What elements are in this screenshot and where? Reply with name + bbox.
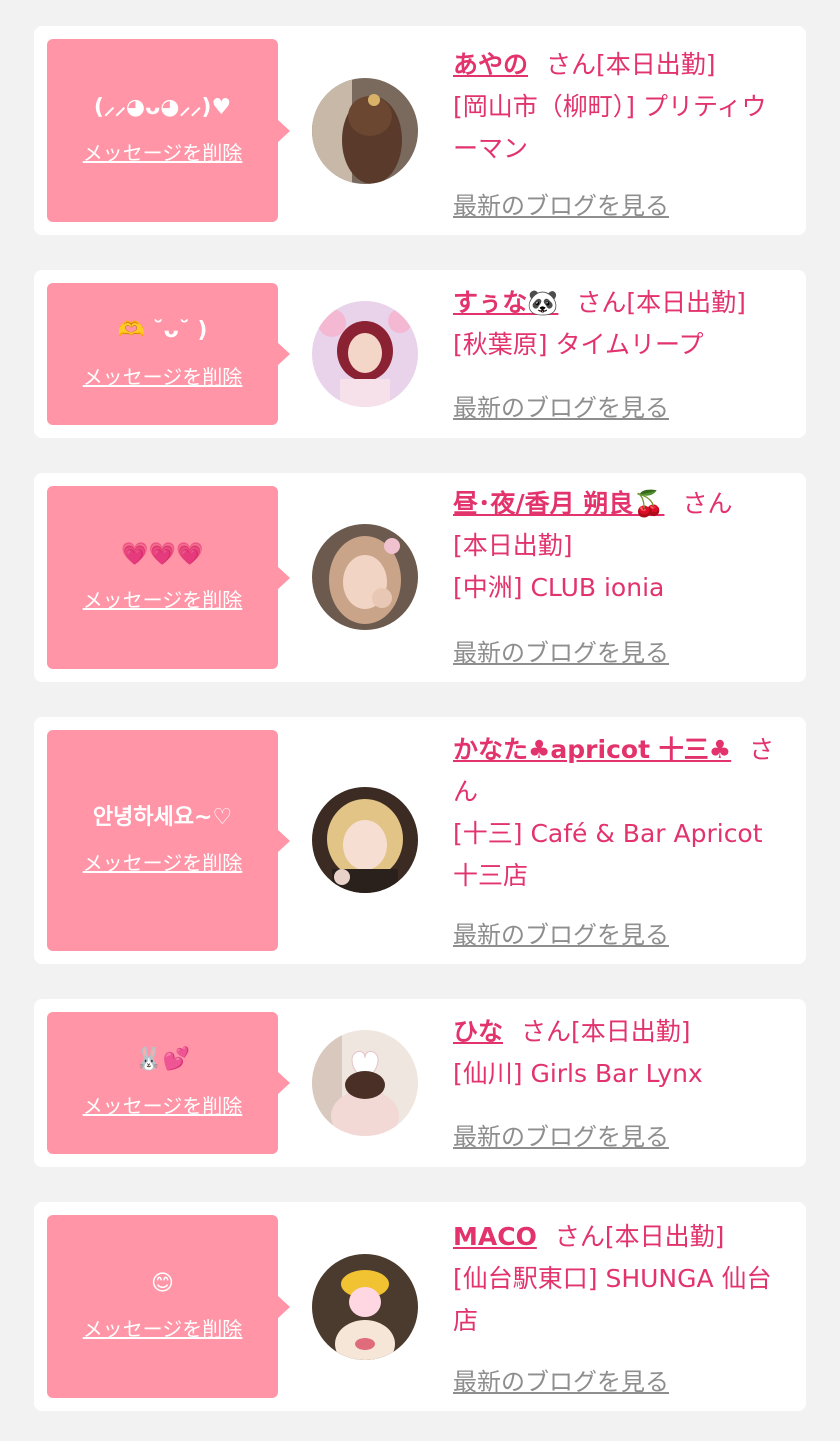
message-text: 안녕하세요~♡ bbox=[92, 804, 233, 830]
girl-info: MACO さん[本日出勤] [仙台駅東口] SHUNGA 仙台店 bbox=[453, 1216, 788, 1342]
list-item: 🫶 ˘ᴗ˘ ) メッセージを削除 すぅな🐼 さん[本日出勤] [秋葉原] タイムリ… bbox=[34, 270, 806, 438]
message-text: 🫶 ˘ᴗ˘ ) bbox=[117, 318, 208, 344]
avatar[interactable] bbox=[312, 1030, 418, 1136]
girl-name-link[interactable]: あやの bbox=[453, 50, 528, 79]
delete-message-link[interactable]: メッセージを削除 bbox=[83, 361, 243, 390]
list-item: 🐰💕 メッセージを削除 ひな さん[本日出勤] [仙川] Girls Bar Ly… bbox=[34, 999, 806, 1167]
honorific: さん bbox=[521, 1017, 572, 1046]
girl-info: ひな さん[本日出勤] [仙川] Girls Bar Lynx bbox=[453, 1011, 788, 1095]
attendance-status: [本日出勤] bbox=[453, 531, 573, 560]
delete-message-link[interactable]: メッセージを削除 bbox=[83, 1090, 243, 1119]
honorific: さん bbox=[682, 489, 733, 518]
attendance-status: [本日出勤] bbox=[571, 1017, 691, 1046]
list-item: 안녕하세요~♡ メッセージを削除 かなた♣apricot 十三♣ さん [十三] … bbox=[34, 717, 806, 964]
girl-info: すぅな🐼 さん[本日出勤] [秋葉原] タイムリープ bbox=[453, 282, 788, 366]
shop-name: [十三] Café & Bar Apricot 十三店 bbox=[453, 819, 763, 890]
avatar[interactable] bbox=[312, 524, 418, 630]
girl-name-link[interactable]: すぅな🐼 bbox=[453, 288, 558, 317]
shop-name: [仙川] Girls Bar Lynx bbox=[453, 1059, 703, 1088]
shop-name: [仙台駅東口] SHUNGA 仙台店 bbox=[453, 1264, 772, 1335]
honorific: さん bbox=[576, 288, 627, 317]
avatar[interactable] bbox=[312, 1254, 418, 1360]
attendance-status: [本日出勤] bbox=[604, 1222, 725, 1251]
message-bubble: 안녕하세요~♡ メッセージを削除 bbox=[47, 730, 290, 951]
honorific: さん bbox=[554, 1222, 605, 1251]
delete-message-link[interactable]: メッセージを削除 bbox=[83, 847, 243, 876]
message-bubble: 💗💗💗 メッセージを削除 bbox=[47, 486, 290, 669]
latest-blog-link[interactable]: 最新のブログを見る bbox=[453, 388, 669, 423]
girl-info: あやの さん[本日出勤] [岡山市（柳町）] プリティウーマン bbox=[453, 44, 788, 170]
attendance-status: [本日出勤] bbox=[596, 50, 716, 79]
shop-name: [中洲] CLUB ionia bbox=[453, 573, 665, 602]
avatar[interactable] bbox=[312, 301, 418, 407]
message-text: (⸝⸝◕ᴗ◕⸝⸝)♥ bbox=[93, 94, 232, 120]
message-bubble: 🐰💕 メッセージを削除 bbox=[47, 1012, 290, 1154]
avatar[interactable] bbox=[312, 787, 418, 893]
message-bubble: (⸝⸝◕ᴗ◕⸝⸝)♥ メッセージを削除 bbox=[47, 39, 290, 222]
avatar[interactable] bbox=[312, 78, 418, 184]
girl-name-link[interactable]: MACO bbox=[453, 1222, 537, 1251]
latest-blog-link[interactable]: 最新のブログを見る bbox=[453, 1362, 669, 1397]
girl-name-link[interactable]: 昼･夜/香月 朔良🍒 bbox=[453, 489, 664, 518]
message-text: 🐰💕 bbox=[135, 1047, 190, 1073]
attendance-status: [本日出勤] bbox=[626, 288, 746, 317]
girl-info: かなた♣apricot 十三♣ さん [十三] Café & Bar Aprico… bbox=[453, 729, 788, 897]
shop-name: [岡山市（柳町）] プリティウーマン bbox=[453, 92, 767, 163]
message-bubble: 🫶 ˘ᴗ˘ ) メッセージを削除 bbox=[47, 283, 290, 425]
list-item: (⸝⸝◕ᴗ◕⸝⸝)♥ メッセージを削除 あやの さん[本日出勤] [岡山市（柳町）… bbox=[34, 26, 806, 235]
list-item: 😊 メッセージを削除 MACO さん[本日出勤] [仙台駅東口] SHUNGA 仙… bbox=[34, 1202, 806, 1411]
message-text: 😊 bbox=[151, 1270, 174, 1296]
message-list: (⸝⸝◕ᴗ◕⸝⸝)♥ メッセージを削除 あやの さん[本日出勤] [岡山市（柳町）… bbox=[0, 0, 840, 1441]
latest-blog-link[interactable]: 最新のブログを見る bbox=[453, 915, 669, 950]
delete-message-link[interactable]: メッセージを削除 bbox=[83, 1313, 243, 1342]
shop-name: [秋葉原] タイムリープ bbox=[453, 330, 704, 359]
latest-blog-link[interactable]: 最新のブログを見る bbox=[453, 633, 669, 668]
message-text: 💗💗💗 bbox=[121, 541, 204, 567]
latest-blog-link[interactable]: 最新のブログを見る bbox=[453, 1117, 669, 1152]
delete-message-link[interactable]: メッセージを削除 bbox=[83, 584, 243, 613]
latest-blog-link[interactable]: 最新のブログを見る bbox=[453, 186, 669, 221]
girl-info: 昼･夜/香月 朔良🍒 さん [本日出勤] [中洲] CLUB ionia bbox=[453, 483, 788, 609]
message-bubble: 😊 メッセージを削除 bbox=[47, 1215, 290, 1398]
girl-name-link[interactable]: かなた♣apricot 十三♣ bbox=[453, 735, 731, 764]
honorific: さん bbox=[546, 50, 597, 79]
girl-name-link[interactable]: ひな bbox=[453, 1017, 503, 1046]
delete-message-link[interactable]: メッセージを削除 bbox=[83, 137, 243, 166]
list-item: 💗💗💗 メッセージを削除 昼･夜/香月 朔良🍒 さん [本日出勤] [中洲] CL… bbox=[34, 473, 806, 682]
